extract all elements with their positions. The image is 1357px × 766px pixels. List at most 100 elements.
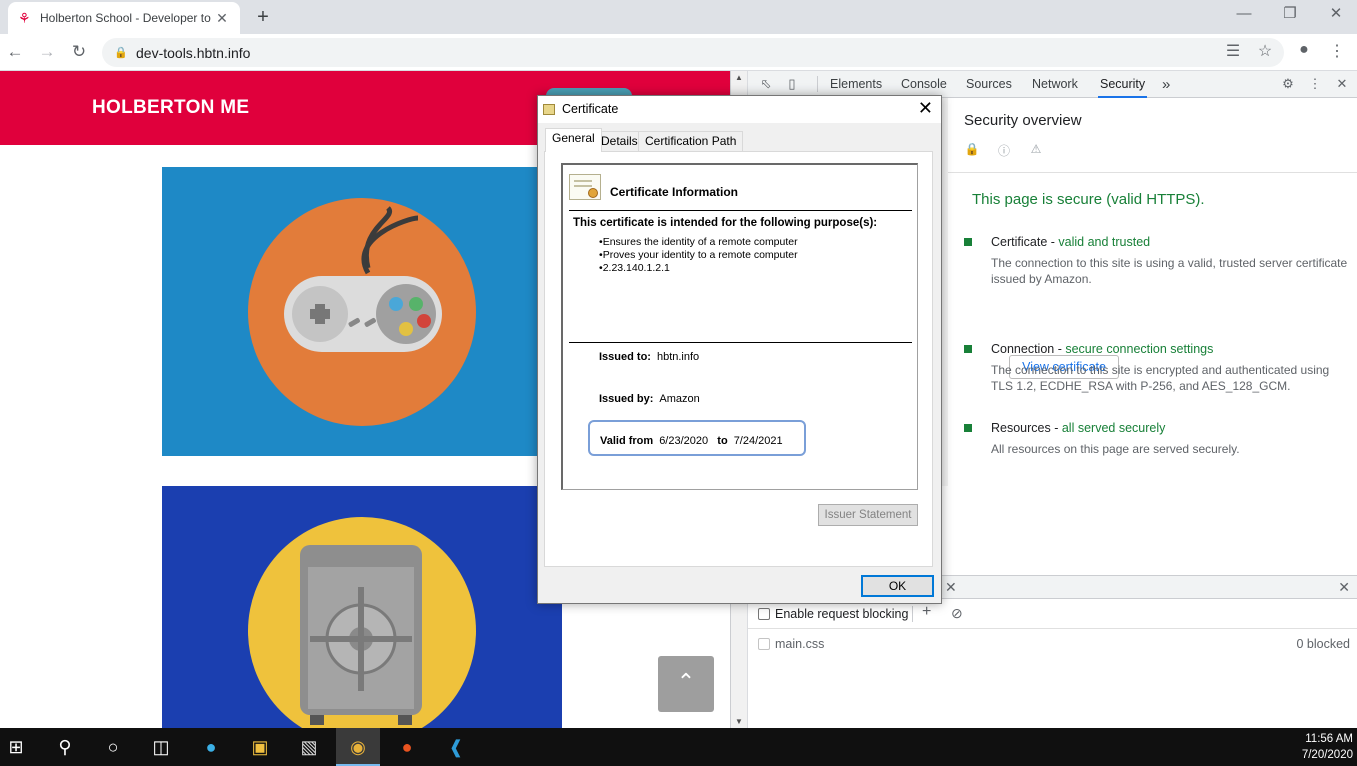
icon-ribbon	[588, 188, 598, 198]
general-tab-panel: Certificate Information This certificate…	[544, 151, 933, 567]
issued-by-field: Issued by: Amazon	[599, 393, 700, 405]
info-icon: ⓘ	[997, 144, 1010, 158]
browser-menu-icon[interactable]: ⋮	[1326, 41, 1348, 61]
edge-icon[interactable]: ●	[198, 734, 224, 760]
close-devtools-icon[interactable]: ✕	[1333, 75, 1351, 93]
lock-icon[interactable]: 🔒	[114, 46, 128, 59]
resources-heading: Resources - all served securely	[991, 421, 1165, 435]
icon-line	[574, 180, 592, 182]
bookmark-star-icon[interactable]: ☆	[1254, 41, 1276, 61]
profile-icon[interactable]: ●	[1293, 41, 1315, 59]
game-circle	[248, 198, 476, 426]
issued-to-label: Issued to:	[599, 351, 651, 363]
tab-close-icon[interactable]: ✕	[214, 10, 230, 27]
security-summary: This page is secure (valid HTTPS).	[972, 191, 1205, 208]
pattern-name: main.css	[775, 637, 825, 651]
certificate-icon	[543, 104, 555, 115]
more-tabs-icon[interactable]: »	[1160, 71, 1172, 98]
tab-sources[interactable]: Sources	[964, 71, 1014, 98]
certificate-status: valid and trusted	[1058, 235, 1151, 249]
settings-gear-icon[interactable]: ⚙	[1279, 75, 1297, 93]
to-label: to	[717, 435, 728, 447]
scroll-to-top-button[interactable]: ⌃	[658, 656, 714, 712]
safe-card[interactable]	[162, 486, 562, 728]
inspect-element-icon[interactable]: ⬁	[757, 75, 775, 93]
start-icon[interactable]: ⊞	[3, 734, 29, 760]
dialog-titlebar: Certificate ✕	[538, 96, 941, 123]
tab-security[interactable]: Security	[1098, 71, 1148, 98]
dialog-close-icon[interactable]: ✕	[918, 98, 933, 119]
pattern-checkbox[interactable]	[758, 638, 770, 650]
valid-to-value: 7/24/2021	[733, 435, 783, 447]
certificate-dialog: Certificate ✕ General Details Certificat…	[537, 95, 942, 604]
tab-console[interactable]: Console	[899, 71, 949, 98]
restore-window-button[interactable]: ❐	[1267, 0, 1313, 30]
separator: -	[1050, 421, 1062, 435]
browser-toolbar: ← → ↻ 🔒 dev-tools.hbtn.info ☰ ☆ ● ⋮	[0, 34, 1357, 71]
reload-icon[interactable]: ↻	[67, 41, 91, 63]
holberton-favicon-icon: ⚘	[18, 10, 31, 26]
close-window-button[interactable]: ✕	[1313, 0, 1357, 30]
devtools-menu-icon[interactable]: ⋮	[1306, 75, 1324, 93]
url-text[interactable]: dev-tools.hbtn.info	[136, 45, 250, 61]
status-bullet	[964, 345, 972, 353]
issuer-statement-button[interactable]: Issuer Statement	[818, 504, 918, 526]
remove-all-patterns-icon[interactable]: ⊘	[951, 605, 963, 622]
file-explorer-icon[interactable]: ▣	[247, 734, 273, 760]
chrome-icon[interactable]: ◉	[345, 734, 371, 760]
tab-elements[interactable]: Elements	[828, 71, 884, 98]
game-card[interactable]	[162, 167, 562, 456]
tab-title: Holberton School - Developer to	[40, 11, 211, 25]
cortana-icon[interactable]: ○	[100, 734, 126, 760]
enable-request-blocking-label[interactable]: Enable request blocking	[775, 607, 908, 621]
warning-icon: ⚠	[1030, 142, 1042, 156]
close-drawer-tab-icon[interactable]: ✕	[945, 579, 957, 596]
purpose-item: 2.23.140.1.2.1	[599, 262, 798, 275]
close-drawer-icon[interactable]: ✕	[1338, 579, 1350, 596]
blocked-pattern-row: main.css 0 blocked	[748, 633, 1357, 655]
issued-by-value: Amazon	[659, 393, 700, 405]
address-bar[interactable]: 🔒 dev-tools.hbtn.info	[102, 38, 1284, 67]
scroll-down-arrow-icon[interactable]: ▼	[735, 717, 743, 726]
device-toolbar-icon[interactable]: ▯	[783, 75, 801, 93]
issued-to-value: hbtn.info	[656, 351, 700, 363]
translate-icon[interactable]: ☰	[1222, 41, 1244, 61]
toolbar-separator	[912, 606, 913, 622]
separator: -	[1054, 342, 1066, 356]
minimize-window-button[interactable]: —	[1221, 0, 1267, 30]
browser-tab[interactable]: ⚘ Holberton School - Developer to ✕	[8, 2, 240, 34]
ubuntu-icon[interactable]: ●	[394, 734, 420, 760]
issued-by-label: Issued by:	[599, 393, 654, 405]
resources-label: Resources	[991, 421, 1051, 435]
back-icon[interactable]: ←	[3, 41, 27, 63]
new-tab-button[interactable]: +	[252, 6, 274, 29]
security-status-icons: 🔒 ⓘ ⚠	[964, 142, 1044, 159]
forward-icon[interactable]: →	[35, 41, 59, 63]
safe-circle	[248, 517, 476, 728]
connection-status: secure connection settings	[1065, 342, 1214, 356]
site-brand[interactable]: HOLBERTON ME	[92, 97, 249, 119]
system-clock[interactable]: 11:56 AM 7/20/2020	[1302, 731, 1353, 763]
task-view-icon[interactable]: ◫	[148, 734, 174, 760]
search-icon[interactable]: ⚲	[52, 734, 78, 760]
scroll-up-arrow-icon[interactable]: ▲	[735, 73, 743, 82]
certificate-icon	[569, 174, 601, 200]
game-controller-icon	[284, 206, 442, 352]
valid-dates-field: Valid from 6/23/2020 to 7/24/2021	[600, 435, 783, 447]
tab-certification-path[interactable]: Certification Path	[638, 131, 744, 151]
status-bullet	[964, 238, 972, 246]
add-pattern-icon[interactable]: +	[922, 603, 931, 621]
ok-button[interactable]: OK	[861, 575, 934, 597]
browser-tab-strip: ⚘ Holberton School - Developer to ✕ + — …	[0, 0, 1357, 34]
certificate-description: The connection to this site is using a v…	[991, 256, 1348, 286]
enable-request-blocking-checkbox[interactable]	[758, 608, 770, 620]
tab-network[interactable]: Network	[1030, 71, 1080, 98]
store-icon[interactable]: ▧	[296, 734, 322, 760]
clock-date: 7/20/2020	[1301, 749, 1353, 761]
vscode-icon[interactable]: ❰	[443, 734, 469, 760]
tab-general[interactable]: General	[545, 128, 602, 152]
resources-item: Resources - all served securely All reso…	[964, 421, 1354, 461]
tab-separator	[817, 76, 818, 92]
certificate-heading: Certificate - valid and trusted	[991, 235, 1150, 249]
windows-taskbar: ⊞ ⚲ ○ ◫ ● ▣ ▧ ◉ ● ❰ 11:56 AM 7/20/2020	[0, 728, 1357, 766]
